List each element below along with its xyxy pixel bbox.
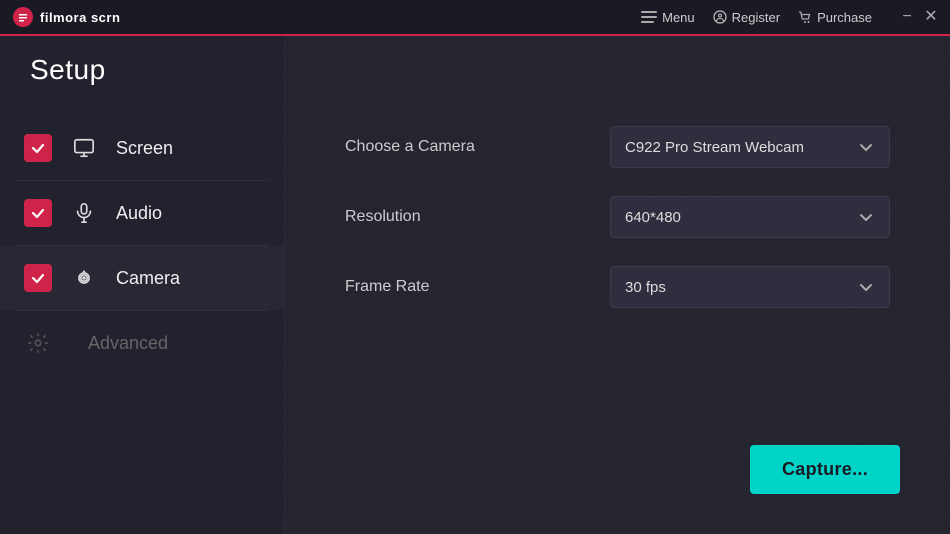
framerate-setting-label: Frame Rate: [345, 278, 429, 296]
purchase-icon: [798, 10, 812, 24]
advanced-gear-icon: [24, 329, 52, 357]
camera-dropdown-value: C922 Pro Stream Webcam: [625, 139, 804, 156]
audio-label: Audio: [116, 203, 162, 224]
check-icon: [30, 205, 46, 221]
logo-text: filmora scrn: [40, 10, 120, 25]
menu-label: Menu: [662, 10, 695, 25]
framerate-dropdown-value: 30 fps: [625, 279, 666, 296]
camera-setting-label: Choose a Camera: [345, 138, 475, 156]
sidebar-item-screen[interactable]: Screen: [0, 116, 284, 180]
sidebar-item-camera[interactable]: Camera: [0, 246, 284, 310]
camera-checkbox[interactable]: [24, 264, 52, 292]
camera-dropdown-arrow: [857, 138, 875, 156]
camera-label: Camera: [116, 268, 180, 289]
camera-setting-row: Choose a Camera C922 Pro Stream Webcam: [345, 126, 890, 168]
screen-checkbox[interactable]: [24, 134, 52, 162]
screen-label: Screen: [116, 138, 173, 159]
content: Screen Audio: [0, 36, 950, 534]
register-label: Register: [732, 10, 780, 25]
resolution-setting-row: Resolution 640*480: [345, 196, 890, 238]
main-panel: Choose a Camera C922 Pro Stream Webcam R…: [285, 36, 950, 534]
check-icon: [30, 140, 46, 156]
audio-icon: [70, 199, 98, 227]
page-header: Setup: [0, 36, 950, 104]
capture-button[interactable]: Capture...: [750, 445, 900, 494]
window-controls: − ✕: [900, 10, 938, 24]
sidebar: Screen Audio: [0, 36, 285, 534]
sidebar-item-audio[interactable]: Audio: [0, 181, 284, 245]
resolution-dropdown-arrow: [857, 208, 875, 226]
register-icon: [713, 10, 727, 24]
titlebar: filmora scrn Menu Register Purchase: [0, 0, 950, 36]
check-icon: [30, 270, 46, 286]
advanced-label: Advanced: [88, 333, 168, 354]
resolution-dropdown-value: 640*480: [625, 209, 681, 226]
camera-icon: [70, 264, 98, 292]
page-title: Setup: [30, 54, 106, 85]
camera-dropdown[interactable]: C922 Pro Stream Webcam: [610, 126, 890, 168]
screen-icon: [70, 134, 98, 162]
resolution-dropdown[interactable]: 640*480: [610, 196, 890, 238]
minimize-button[interactable]: −: [900, 10, 914, 24]
purchase-label: Purchase: [817, 10, 872, 25]
resolution-setting-label: Resolution: [345, 208, 421, 226]
framerate-dropdown-arrow: [857, 278, 875, 296]
logo-area: filmora scrn: [12, 6, 120, 28]
menu-button[interactable]: Menu: [641, 10, 695, 25]
filmora-logo-icon: [12, 6, 34, 28]
framerate-setting-row: Frame Rate 30 fps: [345, 266, 890, 308]
framerate-dropdown[interactable]: 30 fps: [610, 266, 890, 308]
sidebar-item-advanced[interactable]: Advanced: [0, 311, 284, 375]
audio-checkbox[interactable]: [24, 199, 52, 227]
titlebar-controls: Menu Register Purchase − ✕: [641, 10, 938, 25]
register-button[interactable]: Register: [713, 10, 780, 25]
menu-icon: [641, 11, 657, 23]
purchase-button[interactable]: Purchase: [798, 10, 872, 25]
close-button[interactable]: ✕: [924, 10, 938, 24]
